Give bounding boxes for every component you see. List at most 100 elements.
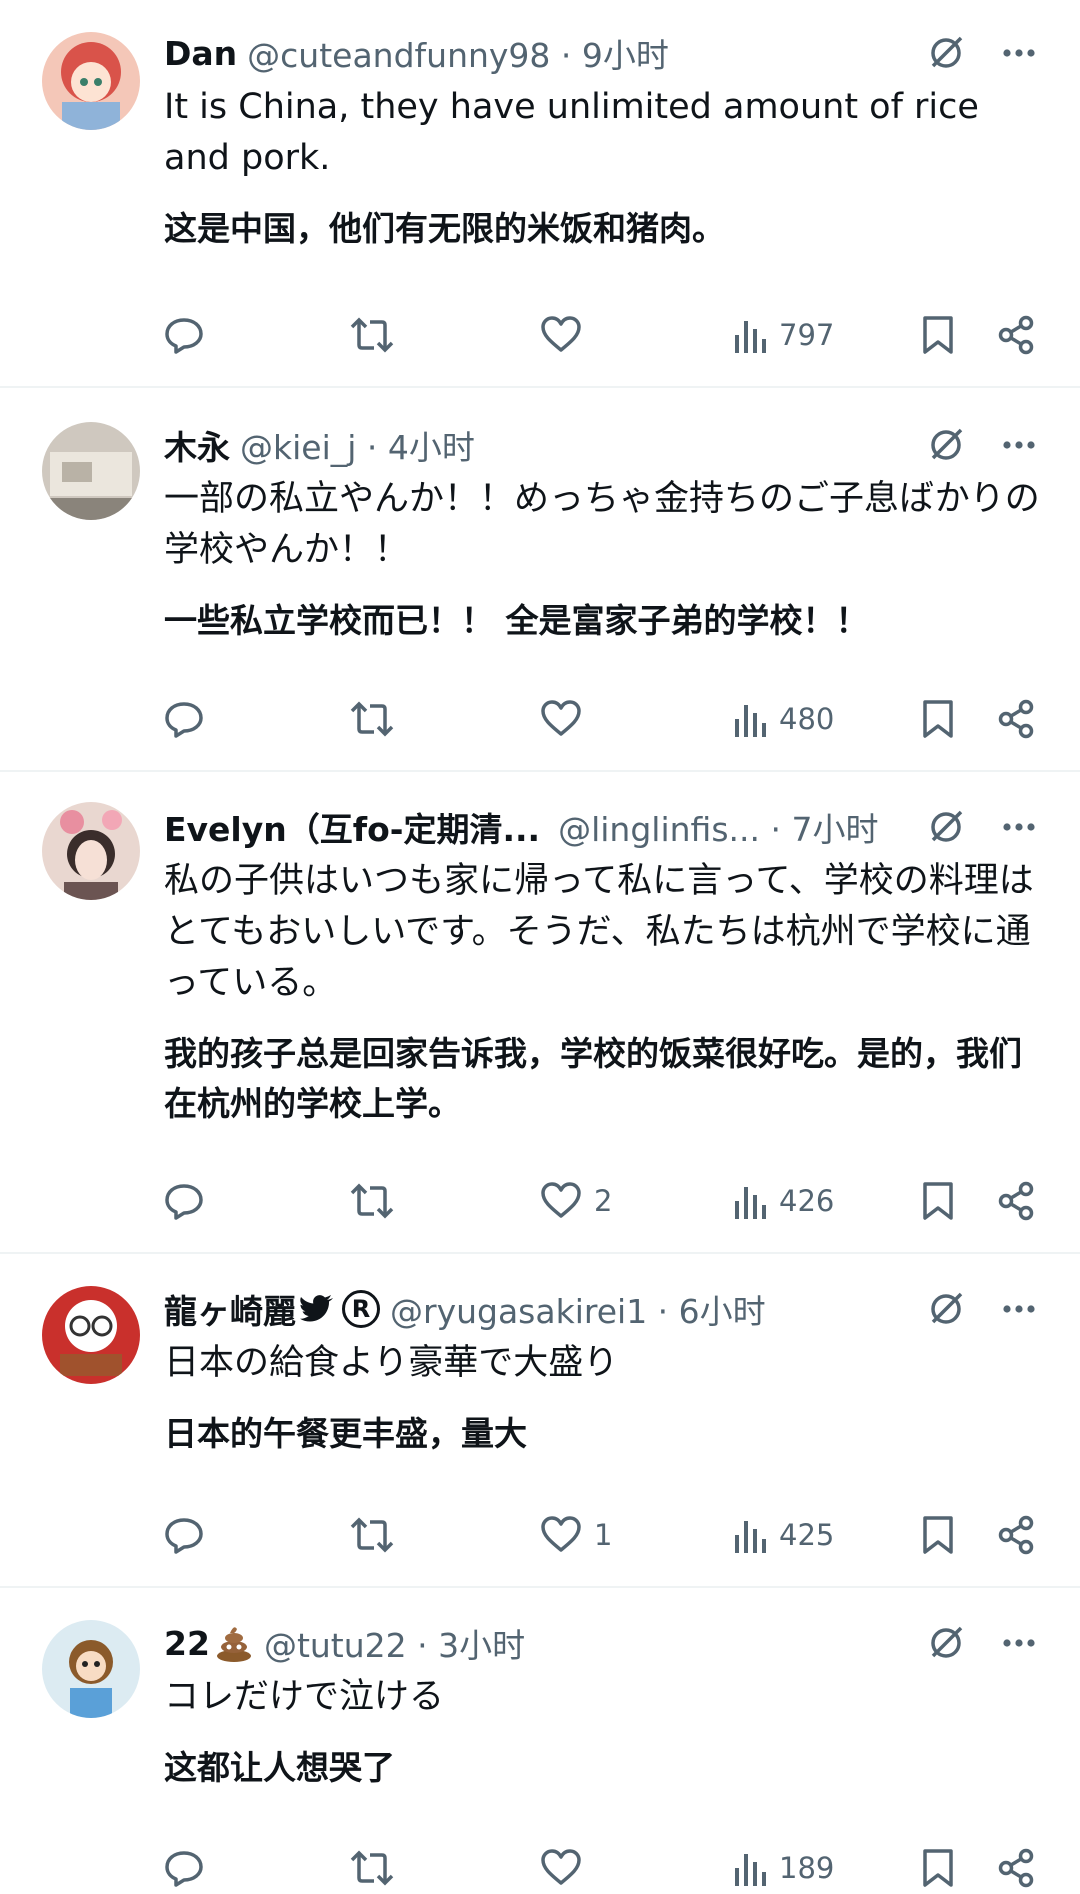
poop-emoji-icon	[214, 1623, 254, 1663]
more-options-icon[interactable]	[1002, 822, 1036, 832]
heart-icon	[541, 1516, 581, 1552]
heart-icon	[541, 700, 581, 736]
handle-time[interactable]: @kiei_j · 4小时	[240, 421, 475, 469]
share-button[interactable]	[997, 694, 1035, 744]
bookmark-button[interactable]	[922, 1176, 954, 1226]
translation-text: 我的孩子总是回家告诉我，学校的饭菜很好吃。是的，我们在杭州的学校上学。	[164, 1034, 1022, 1123]
repost-button[interactable]	[350, 1843, 394, 1893]
bookmark-icon	[923, 316, 953, 354]
reply-feed: Dan @cuteandfunny98 · 9小时 It is China, t…	[0, 0, 1080, 1894]
more-options-icon[interactable]	[1002, 1638, 1036, 1648]
grok-icon[interactable]	[926, 425, 966, 465]
action-bar: 797	[0, 310, 1080, 360]
divider	[0, 386, 1080, 388]
share-button[interactable]	[997, 1843, 1035, 1893]
reply-text: コレだけで泣ける	[164, 1677, 445, 1717]
handle-time[interactable]: @cuteandfunny98 · 9小时	[247, 29, 669, 77]
action-bar: 189	[0, 1843, 1080, 1893]
like-button[interactable]: 1	[540, 1510, 612, 1560]
heart-icon	[541, 316, 581, 352]
heart-icon	[541, 1849, 581, 1885]
share-button[interactable]	[997, 1176, 1035, 1226]
bookmark-button[interactable]	[922, 1510, 954, 1560]
registered-badge-icon: R	[342, 1290, 380, 1328]
like-button[interactable]	[540, 310, 594, 360]
bird-badge-icon	[300, 1294, 334, 1324]
repost-icon	[350, 317, 394, 353]
avatar[interactable]	[42, 802, 140, 900]
views-button[interactable]: 425	[733, 1510, 834, 1560]
more-options-icon[interactable]	[1002, 48, 1036, 58]
reply-button[interactable]	[164, 1176, 204, 1226]
display-name[interactable]: 木永	[164, 421, 230, 469]
reply-icon	[165, 318, 203, 354]
views-icon	[735, 1187, 766, 1219]
share-button[interactable]	[997, 1510, 1035, 1560]
grok-icon[interactable]	[926, 1623, 966, 1663]
like-button[interactable]	[540, 694, 594, 744]
reply-post[interactable]: 22 @tutu22 · 3小时 コレだけで泣ける 这都让人想哭了	[0, 1618, 1080, 1793]
reply-text: 一部の私立やんか！！めっちゃ金持ちのご子息ばかりの学校やんか！！	[164, 479, 1040, 570]
reply-button[interactable]	[164, 1843, 204, 1893]
views-button[interactable]: 426	[733, 1176, 834, 1226]
reply-icon	[165, 702, 203, 738]
views-icon	[735, 321, 766, 353]
views-button[interactable]: 480	[733, 694, 834, 744]
repost-icon	[350, 1183, 394, 1219]
views-icon	[735, 1521, 766, 1553]
repost-button[interactable]	[350, 1510, 394, 1560]
handle-time[interactable]: @tutu22 · 3小时	[264, 1619, 525, 1667]
views-icon	[735, 705, 766, 737]
repost-button[interactable]	[350, 694, 394, 744]
display-name[interactable]: 龍ヶ崎麗	[164, 1285, 296, 1333]
reply-post[interactable]: 龍ヶ崎麗 R @ryugasakirei1 · 6小时 日本の給食より豪華で大盛…	[0, 1284, 1080, 1459]
translation-text: 一些私立学校而已！！ 全是富家子弟的学校！！	[164, 601, 869, 640]
reply-post[interactable]: 木永 @kiei_j · 4小时 一部の私立やんか！！めっちゃ金持ちのご子息ばか…	[0, 420, 1080, 646]
bookmark-button[interactable]	[922, 694, 954, 744]
avatar[interactable]	[42, 1286, 140, 1384]
like-button[interactable]: 2	[540, 1176, 612, 1226]
handle-time[interactable]: @ryugasakirei1 · 6小时	[390, 1285, 766, 1333]
view-count: 480	[779, 702, 835, 736]
grok-icon[interactable]	[926, 807, 966, 847]
reply-text: 日本の給食より豪華で大盛り	[164, 1343, 619, 1383]
views-button[interactable]: 189	[733, 1843, 834, 1893]
reply-post[interactable]: Evelyn（互fo-定期清... @linglinfis... · 7小时 私…	[0, 802, 1080, 1129]
avatar[interactable]	[42, 32, 140, 130]
more-options-icon[interactable]	[1002, 1304, 1036, 1314]
translation-text: 这都让人想哭了	[164, 1748, 395, 1787]
reply-button[interactable]	[164, 310, 204, 360]
like-count: 2	[594, 1184, 613, 1218]
divider	[0, 1586, 1080, 1588]
avatar[interactable]	[42, 1620, 140, 1718]
views-button[interactable]: 797	[733, 310, 834, 360]
repost-button[interactable]	[350, 1176, 394, 1226]
views-icon	[735, 1854, 766, 1886]
repost-icon	[350, 1850, 394, 1886]
reply-button[interactable]	[164, 694, 204, 744]
share-icon	[998, 315, 1034, 355]
action-bar: 1 425	[0, 1510, 1080, 1560]
grok-icon[interactable]	[926, 33, 966, 73]
view-count: 426	[779, 1184, 835, 1218]
heart-icon	[541, 1182, 581, 1218]
share-button[interactable]	[997, 310, 1035, 360]
bookmark-button[interactable]	[922, 1843, 954, 1893]
bookmark-button[interactable]	[922, 310, 954, 360]
avatar[interactable]	[42, 422, 140, 520]
action-bar: 480	[0, 694, 1080, 744]
share-icon	[998, 1515, 1034, 1555]
share-icon	[998, 699, 1034, 739]
bookmark-icon	[923, 1849, 953, 1887]
display-name[interactable]: Dan	[164, 34, 237, 73]
reply-button[interactable]	[164, 1510, 204, 1560]
more-options-icon[interactable]	[1002, 440, 1036, 450]
reply-post[interactable]: Dan @cuteandfunny98 · 9小时 It is China, t…	[0, 28, 1080, 254]
display-name[interactable]: Evelyn（互fo-定期清...	[164, 803, 540, 851]
grok-icon[interactable]	[926, 1289, 966, 1329]
display-name[interactable]: 22	[164, 1624, 210, 1663]
repost-button[interactable]	[350, 310, 394, 360]
handle-time[interactable]: @linglinfis... · 7小时	[558, 803, 878, 851]
like-button[interactable]	[540, 1843, 594, 1893]
translation-text: 这是中国，他们有无限的米饭和猪肉。	[164, 209, 725, 248]
